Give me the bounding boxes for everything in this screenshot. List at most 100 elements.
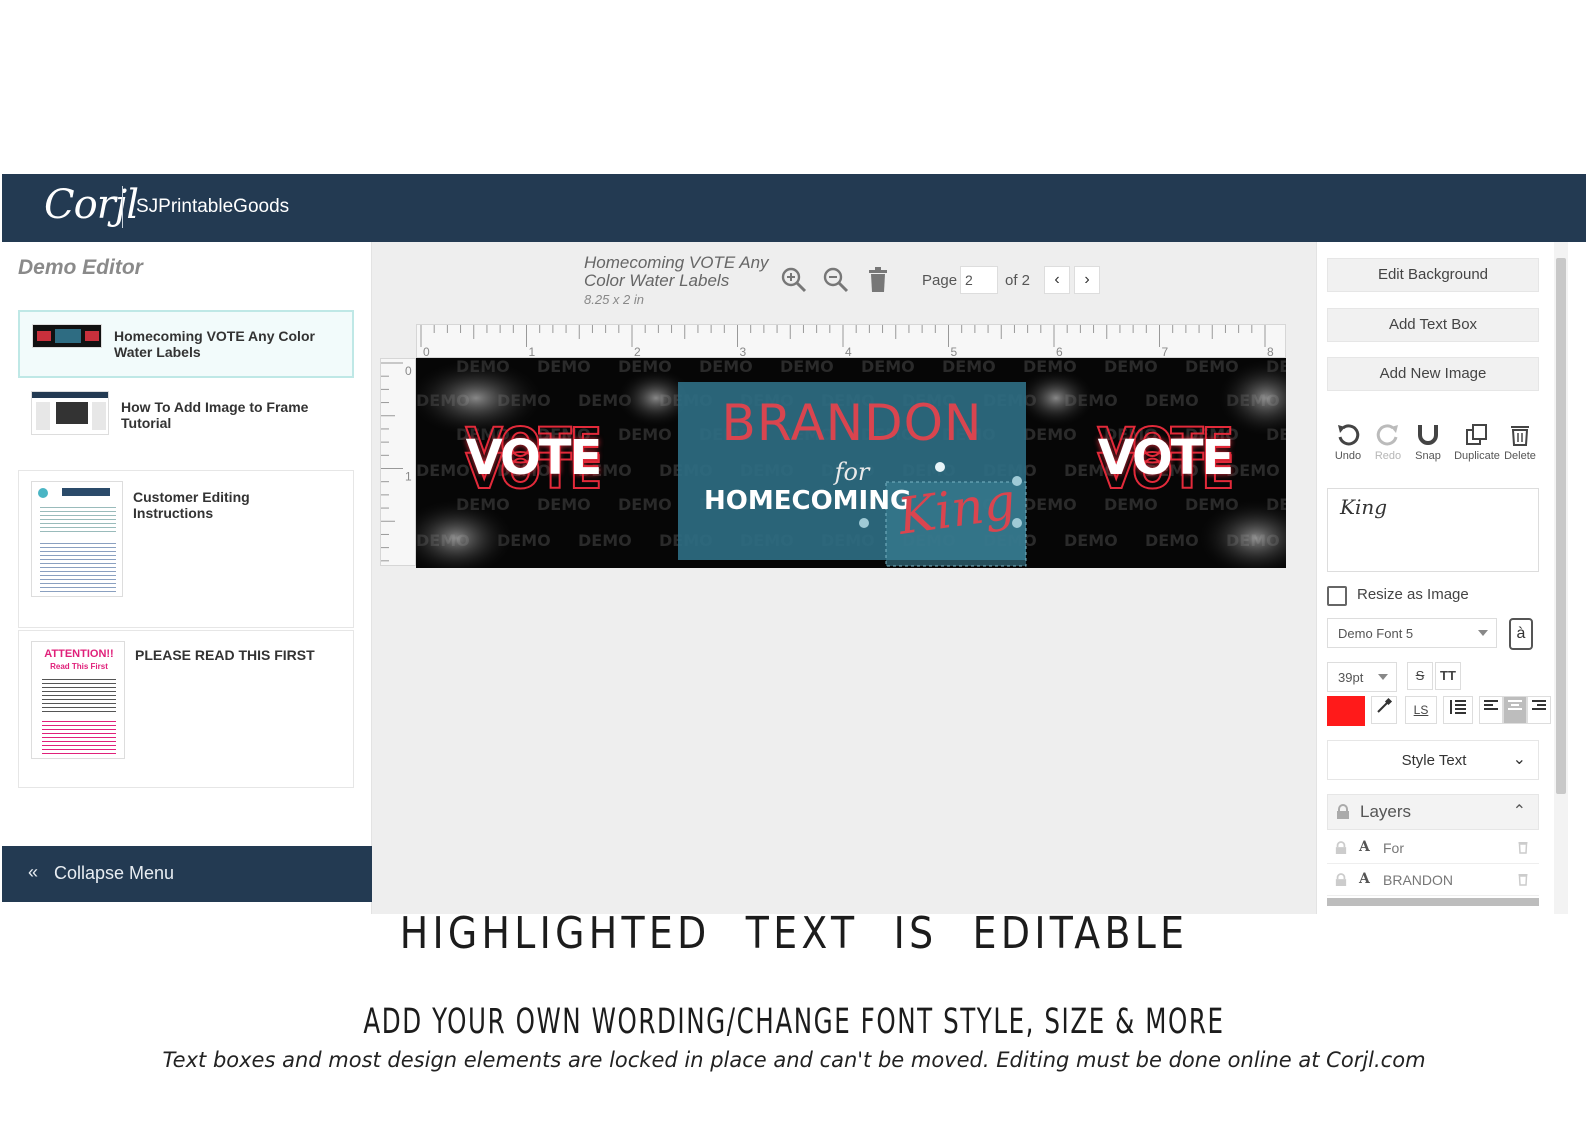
style-text-label: Style Text: [1401, 752, 1467, 769]
selection-handle[interactable]: [1012, 476, 1022, 486]
snap-label: Snap: [1415, 450, 1441, 462]
text-color-swatch[interactable]: [1327, 696, 1365, 726]
canvas-workspace: Homecoming VOTE Any Color Water Labels 8…: [372, 242, 1316, 914]
zoom-out-icon[interactable]: [822, 266, 850, 294]
watermark-text: DEMO: [780, 358, 834, 376]
layer-item[interactable]: A For: [1327, 832, 1539, 864]
caption-note: Text boxes and most design elements are …: [162, 1048, 1426, 1072]
glyph-picker-button[interactable]: à: [1509, 618, 1533, 650]
snap-button[interactable]: Snap: [1405, 422, 1451, 462]
lock-icon: [1335, 841, 1347, 854]
ruler-label: 6: [1056, 345, 1063, 359]
text-content-editor[interactable]: King: [1327, 488, 1539, 572]
thumbnail-attention-subtitle: Read This First: [50, 662, 108, 671]
double-chevron-left-icon: «: [28, 862, 39, 882]
ruler-label: 8: [1267, 345, 1274, 359]
watermark-text: DEMO: [1145, 531, 1199, 550]
align-left-button[interactable]: [1479, 696, 1503, 724]
align-center-icon: [1508, 700, 1522, 710]
vote-text-right: VOTE: [1097, 430, 1235, 486]
lock-icon: [1335, 873, 1347, 886]
ruler-label: 2: [634, 345, 641, 359]
homecoming-text[interactable]: HOMECOMING: [704, 486, 911, 516]
font-family-value: Demo Font 5: [1338, 626, 1414, 641]
selection-handle[interactable]: [1012, 518, 1022, 528]
ruler-label: 0: [423, 345, 430, 359]
trash-icon[interactable]: [1517, 840, 1529, 854]
layers-title: Layers: [1360, 802, 1412, 821]
watermark-text: DEMO: [1145, 391, 1199, 410]
resize-as-image-checkbox[interactable]: [1327, 586, 1347, 606]
label-design-canvas[interactable]: DEMO DEMO DEMO DEMO DEMO DEMO DEMO DEMO DEMO DEMO…: [416, 358, 1286, 568]
font-size-value: 39pt: [1338, 670, 1364, 685]
font-size-select[interactable]: 39pt: [1327, 662, 1397, 692]
corjl-logo[interactable]: Corjl: [44, 182, 139, 228]
document-item-vote-labels[interactable]: Homecoming VOTE Any Color Water Labels: [18, 310, 354, 378]
page-label: Page: [922, 272, 958, 289]
text-case-button[interactable]: TT: [1435, 662, 1461, 690]
strikethrough-button[interactable]: S: [1407, 662, 1433, 690]
ruler-label: 1: [405, 470, 412, 484]
line-height-button[interactable]: [1443, 696, 1473, 724]
selection-handle[interactable]: [935, 462, 945, 472]
layers-panel-header[interactable]: Layers ⌃: [1327, 794, 1539, 830]
top-bar: Corjl SJPrintableGoods: [2, 174, 1586, 242]
page-count: of 2: [1005, 272, 1031, 289]
watermark-text: DEMO: [1023, 495, 1077, 514]
add-text-box-button[interactable]: Add Text Box: [1327, 308, 1539, 342]
text-content-value: King: [1340, 495, 1388, 519]
undo-label: Undo: [1334, 450, 1362, 462]
document-thumbnail: [31, 481, 123, 597]
page-number-input[interactable]: 2: [960, 266, 998, 294]
align-center-button[interactable]: [1503, 696, 1527, 724]
document-sidebar: Demo Editor Homecoming VOTE Any Color Wa…: [2, 242, 372, 914]
document-thumbnail: [31, 391, 109, 435]
watermark-text: DEMO: [1064, 531, 1118, 550]
edit-background-button[interactable]: Edit Background: [1327, 258, 1539, 292]
document-name: PLEASE READ THIS FIRST: [135, 647, 315, 663]
watermark-text: DEMO: [618, 495, 672, 514]
eyedropper-icon: [1377, 697, 1393, 713]
resize-as-image-label: Resize as Image: [1357, 586, 1469, 603]
document-name: Customer Editing Instructions: [133, 489, 250, 521]
caption-headline: HIGHLIGHTED TEXT IS EDITABLE: [399, 908, 1189, 959]
previous-page-button[interactable]: ‹: [1044, 266, 1070, 294]
letter-spacing-button[interactable]: LS: [1405, 696, 1437, 724]
vote-graphic-right: VOTE VOTE VOTE: [1080, 417, 1250, 504]
watermark-text: DEMO: [861, 358, 915, 376]
eyedropper-button[interactable]: [1371, 696, 1397, 724]
caption-subheadline: ADD YOUR OWN WORDING/CHANGE FONT STYLE, …: [363, 1002, 1225, 1042]
watermark-text: DEMO: [618, 425, 672, 444]
style-text-dropdown[interactable]: Style Text ⌄: [1327, 740, 1539, 780]
ruler-label: 3: [740, 345, 747, 359]
ruler-label: 5: [951, 345, 958, 359]
layer-name: For: [1383, 840, 1404, 856]
page-root: Corjl SJPrintableGoods Demo Editor Homec…: [0, 0, 1588, 1134]
watermark-text: DEMO: [537, 358, 591, 376]
lock-icon: [1337, 804, 1349, 819]
layer-name: BRANDON: [1383, 872, 1454, 888]
next-page-button[interactable]: ›: [1074, 266, 1100, 294]
align-right-button[interactable]: [1527, 696, 1551, 724]
collapse-menu-button[interactable]: « Collapse Menu: [2, 846, 372, 902]
dropdown-caret-icon: [1378, 674, 1388, 680]
candidate-name-text[interactable]: BRANDON: [678, 394, 1026, 452]
store-name: SJPrintableGoods: [136, 196, 290, 217]
trash-icon[interactable]: [866, 266, 894, 294]
document-item-read-this-first[interactable]: ATTENTION!! Read This First PLEASE READ …: [18, 630, 354, 788]
document-item-editing-instructions[interactable]: Customer Editing Instructions: [18, 470, 354, 628]
document-thumbnail: ATTENTION!! Read This First: [31, 641, 125, 759]
delete-button[interactable]: Delete: [1497, 422, 1543, 462]
document-name: How To Add Image to Frame Tutorial: [121, 399, 309, 431]
panel-scrollbar-thumb[interactable]: [1556, 258, 1566, 794]
font-family-select[interactable]: Demo Font 5: [1327, 618, 1497, 648]
layer-item[interactable]: A BRANDON: [1327, 864, 1539, 896]
ruler-label: 1: [529, 345, 536, 359]
selection-handle[interactable]: [859, 518, 869, 528]
align-right-icon: [1532, 700, 1546, 710]
document-item-image-frame-tutorial[interactable]: How To Add Image to Frame Tutorial: [18, 382, 354, 468]
add-new-image-button[interactable]: Add New Image: [1327, 357, 1539, 391]
zoom-in-icon[interactable]: [780, 266, 808, 294]
trash-icon[interactable]: [1517, 872, 1529, 886]
vertical-ruler: 01: [380, 358, 416, 566]
